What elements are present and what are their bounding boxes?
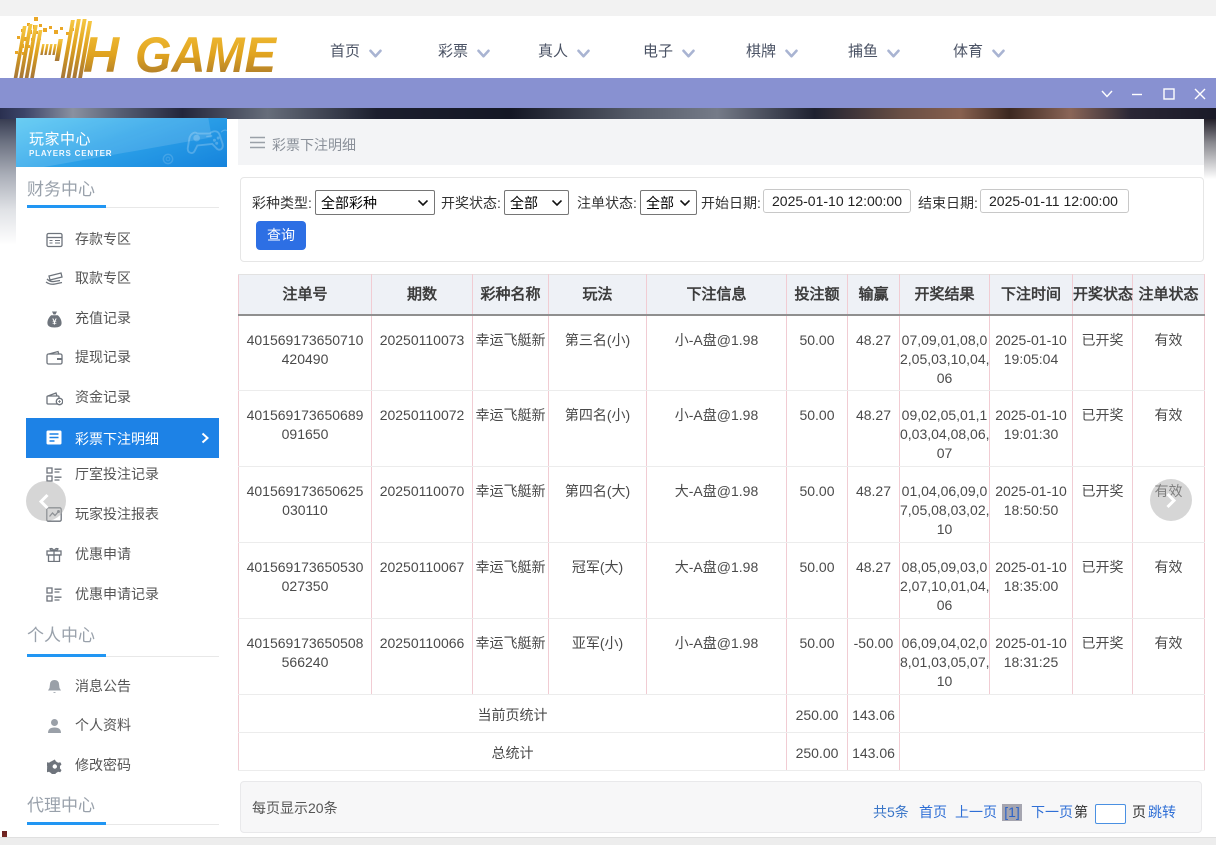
- svg-text:¥: ¥: [52, 318, 57, 327]
